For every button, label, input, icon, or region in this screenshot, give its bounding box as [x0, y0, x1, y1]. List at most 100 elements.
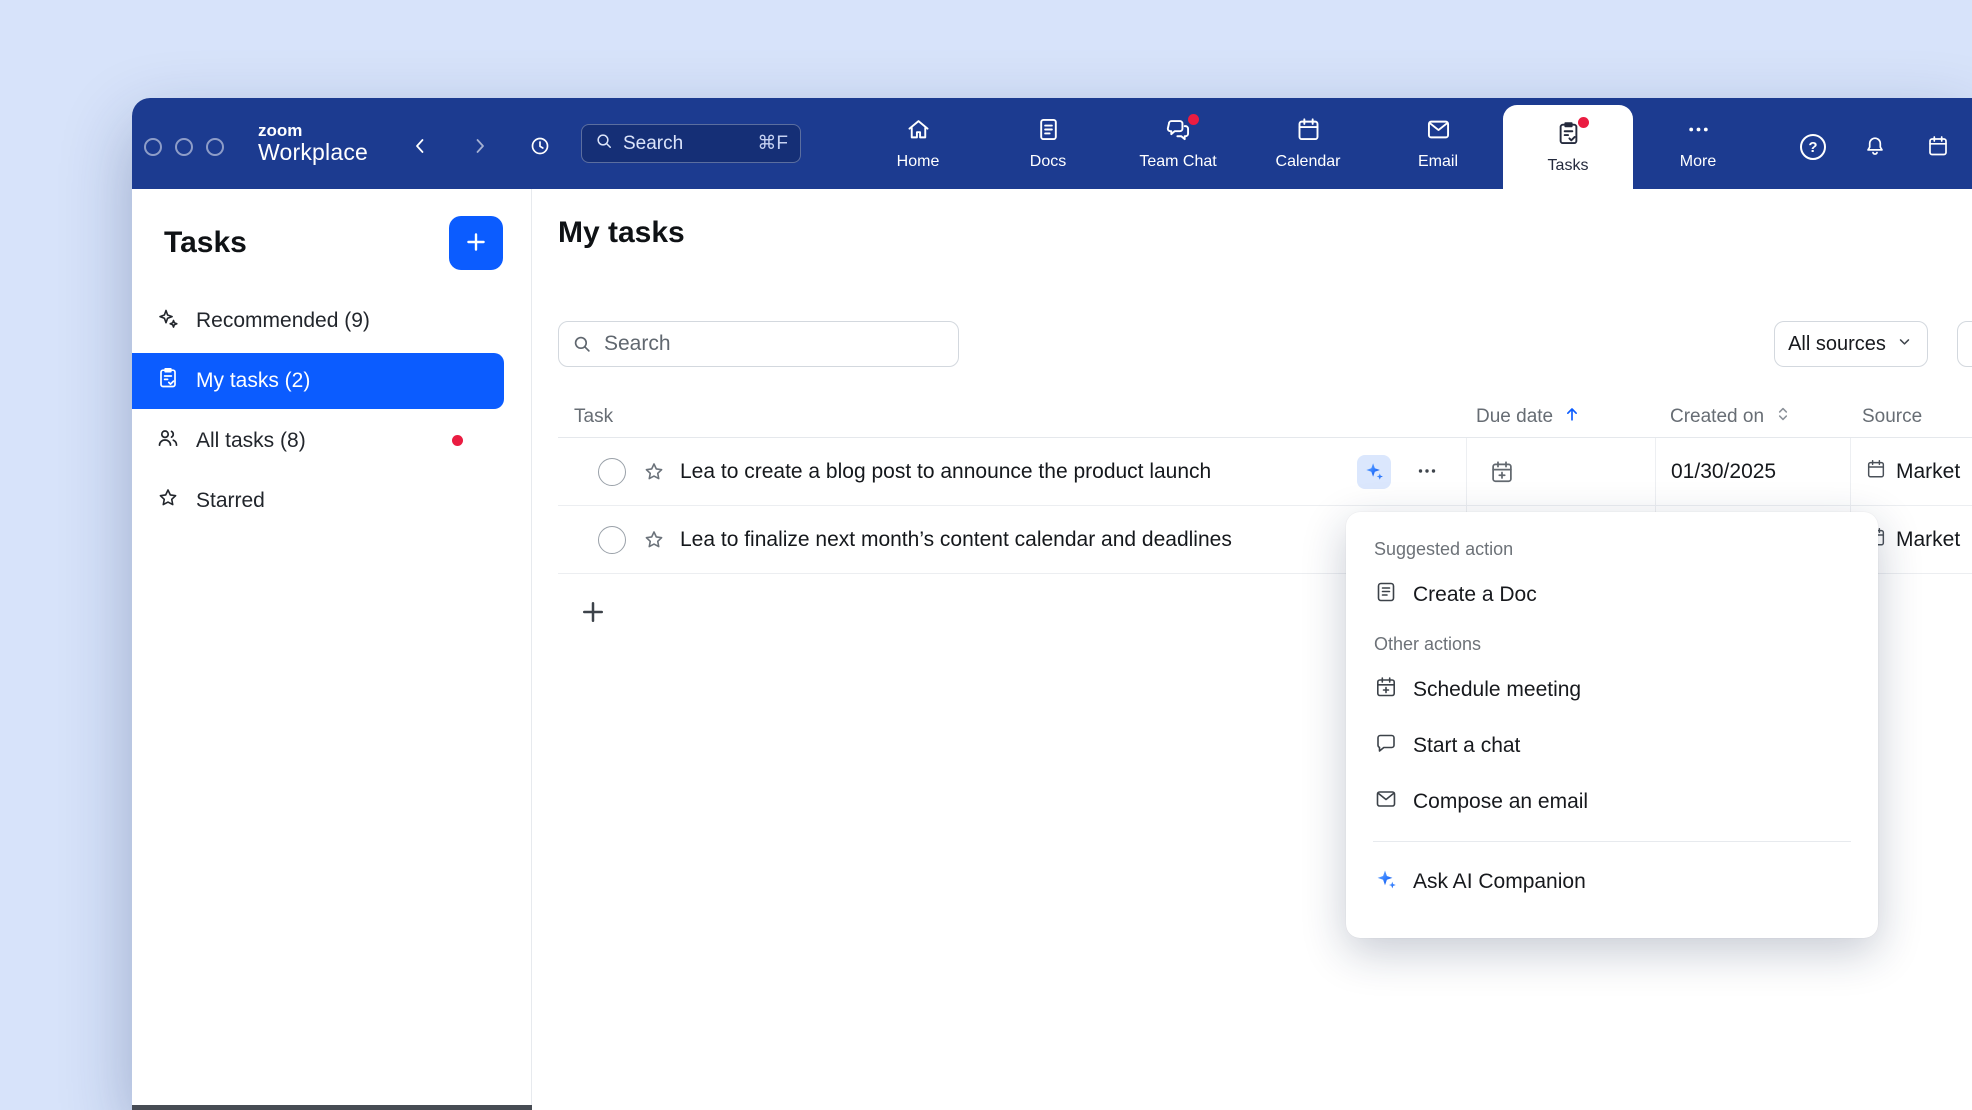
help-icon: ?: [1800, 134, 1826, 160]
task-title[interactable]: Lea to finalize next month’s content cal…: [680, 506, 1232, 574]
sidebar-item-label: Recommended (9): [196, 309, 370, 333]
global-search[interactable]: Search ⌘F: [581, 124, 801, 163]
menu-item-label: Ask AI Companion: [1413, 870, 1586, 894]
topbar: zoom Workplace Search ⌘F Home: [132, 98, 1972, 189]
app-window: zoom Workplace Search ⌘F Home: [132, 98, 1972, 1110]
nav-tasks-label: Tasks: [1548, 157, 1589, 175]
back-button[interactable]: [403, 129, 439, 165]
sidebar-item-label: My tasks (2): [196, 369, 310, 393]
column-header-source[interactable]: Source: [1862, 396, 1922, 438]
column-label: Created on: [1670, 406, 1764, 428]
task-title[interactable]: Lea to create a blog post to announce th…: [680, 438, 1211, 506]
nav-more[interactable]: More: [1633, 98, 1763, 189]
menu-divider: [1373, 841, 1851, 842]
envelope-icon: [1374, 787, 1398, 817]
docs-icon: [1035, 116, 1062, 148]
column-label: Source: [1862, 406, 1922, 428]
nav-docs-label: Docs: [1030, 153, 1066, 171]
primary-nav: Home Docs Team Chat Calendar Emai: [853, 98, 1763, 189]
calendar-plus-icon: [1489, 473, 1515, 488]
page-title: My tasks: [558, 216, 685, 250]
task-complete-checkbox[interactable]: [598, 458, 626, 486]
ai-sparkle-icon: [1374, 867, 1398, 897]
ai-sparkle-icon: [1363, 460, 1385, 485]
truncated-toolbar-button[interactable]: [1957, 321, 1972, 367]
column-header-task[interactable]: Task: [574, 396, 613, 438]
window-controls: [144, 138, 224, 156]
column-header-created-on[interactable]: Created on: [1670, 396, 1793, 438]
global-search-placeholder: Search: [623, 133, 683, 155]
window-control-minimize[interactable]: [175, 138, 193, 156]
table-header: Task Due date Created on Source: [558, 396, 1972, 438]
task-search: [558, 321, 959, 367]
forward-button[interactable]: [461, 129, 497, 165]
nav-more-label: More: [1680, 153, 1716, 171]
sidebar-item-all-tasks[interactable]: All tasks (8): [132, 413, 504, 469]
nav-docs[interactable]: Docs: [983, 98, 1113, 189]
sidebar-title: Tasks: [164, 226, 247, 260]
nav-calendar-label: Calendar: [1276, 153, 1341, 171]
plus-icon: [578, 615, 608, 630]
sources-filter-button[interactable]: All sources: [1774, 321, 1928, 367]
menu-item-compose-email[interactable]: Compose an email: [1346, 774, 1878, 830]
brand: zoom Workplace: [258, 98, 368, 189]
sidebar-item-recommended[interactable]: Recommended (9): [132, 293, 504, 349]
help-button[interactable]: ?: [1795, 129, 1831, 165]
menu-item-label: Start a chat: [1413, 734, 1520, 758]
column-label: Task: [574, 406, 613, 428]
task-filters: Recommended (9) My tasks (2) All tasks (…: [132, 293, 531, 529]
nav-home[interactable]: Home: [853, 98, 983, 189]
task-search-input[interactable]: [558, 321, 959, 367]
source-label: Market: [1896, 528, 1960, 552]
menu-item-create-doc[interactable]: Create a Doc: [1346, 567, 1878, 623]
menu-item-label: Compose an email: [1413, 790, 1588, 814]
sidebar-item-starred[interactable]: Starred: [132, 473, 504, 529]
nav-team-chat[interactable]: Team Chat: [1113, 98, 1243, 189]
menu-section-label: Suggested action: [1346, 528, 1878, 567]
chevron-down-icon: [1895, 332, 1914, 357]
nav-home-label: Home: [897, 153, 940, 171]
chevron-right-icon: [467, 134, 491, 161]
ellipsis-icon: [1685, 116, 1712, 148]
nav-tasks[interactable]: Tasks: [1503, 105, 1633, 189]
sidebar-header: Tasks: [164, 216, 503, 270]
sidebar-item-my-tasks[interactable]: My tasks (2): [132, 353, 504, 409]
due-date-cell: [1466, 438, 1655, 505]
history-button[interactable]: [522, 129, 558, 165]
menu-item-schedule-meeting[interactable]: Schedule meeting: [1346, 662, 1878, 718]
task-complete-checkbox[interactable]: [598, 526, 626, 554]
add-due-date-button[interactable]: [1489, 459, 1515, 485]
menu-item-ask-ai-companion[interactable]: Ask AI Companion: [1346, 853, 1878, 911]
sidebar-item-label: Starred: [196, 489, 265, 513]
add-task-button[interactable]: [578, 597, 608, 627]
menu-item-label: Schedule meeting: [1413, 678, 1581, 702]
source-cell: Market: [1850, 438, 1972, 505]
favorite-button[interactable]: [642, 460, 666, 484]
star-icon: [156, 486, 180, 516]
window-control-close[interactable]: [144, 138, 162, 156]
calendar-icon: [1865, 458, 1887, 486]
favorite-button[interactable]: [642, 528, 666, 552]
history-icon: [528, 134, 552, 161]
nav-email-label: Email: [1418, 153, 1458, 171]
search-shortcut: ⌘F: [757, 132, 788, 155]
nav-email[interactable]: Email: [1373, 98, 1503, 189]
clipboard-check-icon: [156, 366, 180, 396]
sidebar-item-label: All tasks (8): [196, 429, 306, 453]
bell-icon: [1863, 134, 1887, 161]
ai-companion-button[interactable]: [1357, 455, 1391, 489]
new-task-button[interactable]: [449, 216, 503, 270]
window-control-zoom[interactable]: [206, 138, 224, 156]
column-header-due-date[interactable]: Due date: [1476, 396, 1582, 438]
more-actions-button[interactable]: [1409, 454, 1445, 490]
menu-item-start-chat[interactable]: Start a chat: [1346, 718, 1878, 774]
unread-dot: [452, 435, 463, 446]
doc-icon: [1374, 580, 1398, 610]
screen: zoom Workplace Search ⌘F Home: [0, 0, 1972, 1110]
star-icon: [642, 472, 666, 487]
schedule-button[interactable]: [1920, 129, 1956, 165]
sort-icon: [1773, 404, 1793, 430]
nav-calendar[interactable]: Calendar: [1243, 98, 1373, 189]
menu-item-label: Create a Doc: [1413, 583, 1537, 607]
notifications-button[interactable]: [1857, 129, 1893, 165]
